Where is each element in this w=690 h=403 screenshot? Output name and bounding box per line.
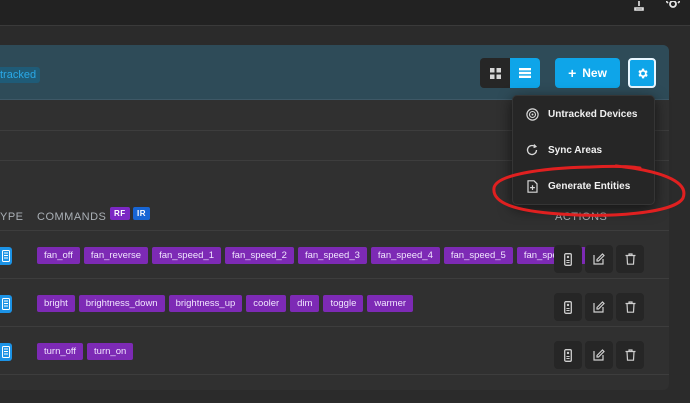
command-chip[interactable]: toggle (323, 295, 364, 312)
menu-item-label: Untracked Devices (548, 108, 638, 120)
remote-action-button[interactable] (554, 245, 582, 273)
delete-button[interactable] (616, 341, 644, 369)
settings-gear-icon[interactable] (664, 0, 682, 12)
edit-button[interactable] (585, 341, 613, 369)
plus-icon: + (568, 65, 577, 81)
table-row: turn_off turn_on (0, 327, 669, 375)
command-chip[interactable]: fan_speed_3 (297, 247, 367, 264)
command-chip[interactable]: dim (290, 295, 320, 312)
menu-item-label: Generate Entities (548, 180, 631, 192)
command-chip[interactable]: fan_speed_5 (443, 247, 513, 264)
options-dropdown-menu: Untracked Devices Sync Areas Generate En… (512, 95, 655, 205)
command-chip[interactable]: brightness_up (168, 295, 243, 312)
remote-icon (564, 252, 572, 266)
delete-button[interactable] (616, 293, 644, 321)
menu-item-sync-areas[interactable]: Sync Areas (513, 132, 656, 168)
type-column-header: YPE (0, 211, 24, 223)
commands-column-header: COMMANDS (37, 211, 107, 223)
remote-action-button[interactable] (554, 293, 582, 321)
radar-icon (525, 107, 539, 121)
gear-icon (637, 68, 648, 78)
actions-column-header: ACTIONS (555, 211, 608, 223)
tracked-filter-chip[interactable]: tracked (0, 67, 41, 83)
trash-icon (625, 253, 635, 265)
top-app-bar (0, 0, 690, 26)
delete-button[interactable] (616, 245, 644, 273)
edit-icon (593, 301, 605, 313)
command-chip[interactable]: fan_reverse (83, 247, 149, 264)
refresh-icon (525, 143, 539, 157)
menu-item-generate-entities[interactable]: Generate Entities (513, 168, 656, 204)
ir-badge: IR (133, 207, 150, 220)
command-chip[interactable]: turn_off (37, 343, 84, 360)
trash-icon (625, 349, 635, 361)
list-icon (519, 68, 531, 78)
command-chip[interactable]: fan_speed_4 (370, 247, 440, 264)
command-list: turn_off turn_on (37, 343, 134, 360)
table-header: YPE COMMANDS RF IR ACTIONS (0, 203, 669, 231)
account-icon[interactable] (630, 0, 648, 12)
edit-icon (593, 253, 605, 265)
command-chip[interactable]: brightness_down (78, 295, 165, 312)
remote-type-icon (0, 247, 12, 265)
trash-icon (625, 301, 635, 313)
file-plus-icon (525, 179, 539, 193)
menu-item-label: Sync Areas (548, 144, 603, 156)
command-chip[interactable]: bright (37, 295, 75, 312)
command-chip[interactable]: cooler (246, 295, 287, 312)
list-view-button[interactable] (510, 58, 540, 88)
card-header: tracked + New (0, 45, 669, 100)
command-chip[interactable]: turn_on (87, 343, 134, 360)
command-chip[interactable]: fan_speed_2 (225, 247, 294, 264)
options-gear-button[interactable] (628, 58, 656, 88)
grid-view-button[interactable] (480, 58, 510, 88)
remote-icon (564, 300, 572, 314)
rf-badge: RF (110, 207, 130, 220)
edit-button[interactable] (585, 293, 613, 321)
edit-button[interactable] (585, 245, 613, 273)
edit-icon (593, 349, 605, 361)
remote-icon (564, 348, 572, 362)
command-chip[interactable]: warmer (367, 295, 414, 312)
remote-action-button[interactable] (554, 341, 582, 369)
grid-icon (489, 67, 501, 79)
command-chip[interactable]: fan_speed_1 (152, 247, 222, 264)
menu-item-untracked-devices[interactable]: Untracked Devices (513, 96, 656, 132)
remote-type-icon (0, 295, 12, 313)
view-toggle (480, 58, 540, 88)
table-row: bright brightness_down brightness_up coo… (0, 279, 669, 327)
command-list: bright brightness_down brightness_up coo… (37, 295, 414, 312)
new-button-label: New (582, 66, 607, 80)
command-list: fan_off fan_reverse fan_speed_1 fan_spee… (37, 247, 586, 264)
table-row: fan_off fan_reverse fan_speed_1 fan_spee… (0, 231, 669, 279)
remote-type-icon (0, 343, 12, 361)
new-button[interactable]: + New (555, 58, 620, 88)
command-chip[interactable]: fan_off (37, 247, 80, 264)
